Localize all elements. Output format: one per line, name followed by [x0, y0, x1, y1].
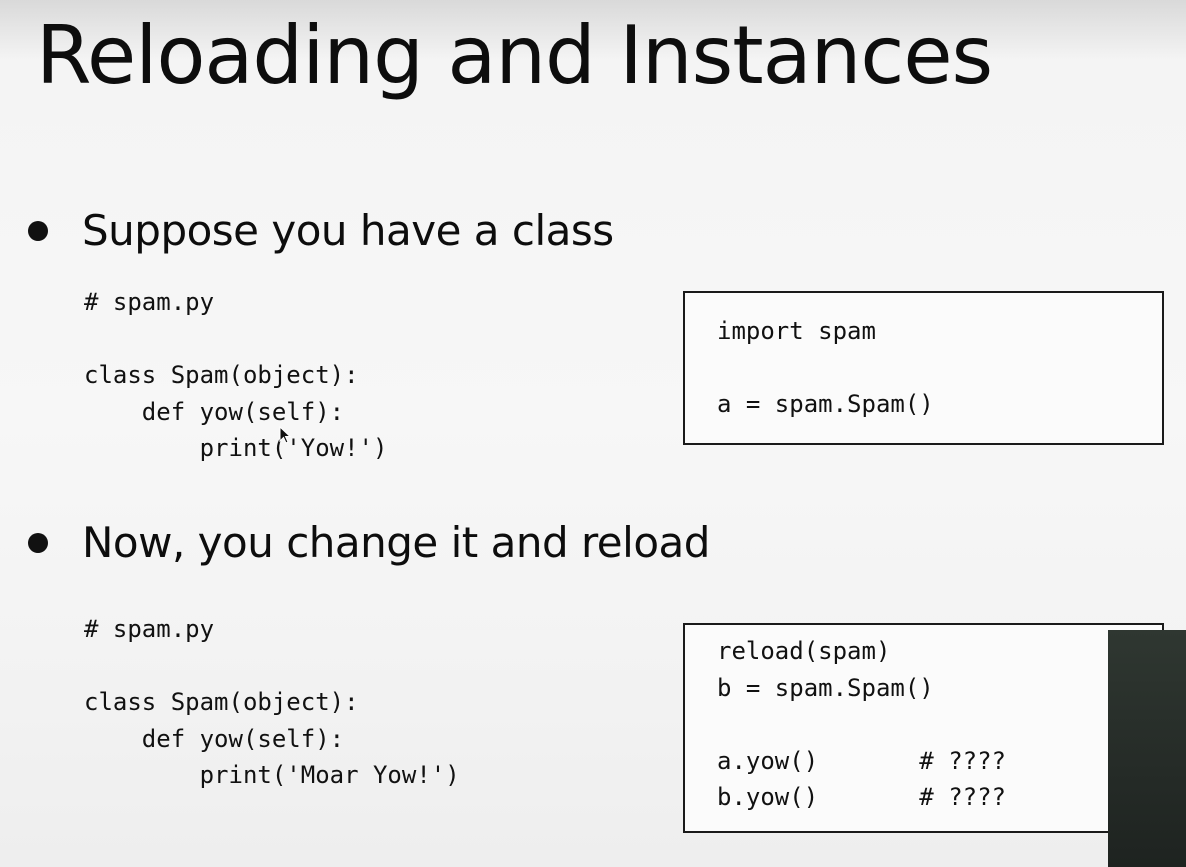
- code-line: print('Yow!'): [84, 434, 388, 462]
- code-block-modified: # spam.py class Spam(object): def yow(sel…: [84, 611, 460, 794]
- video-overlay: [1108, 630, 1186, 867]
- code-line: # spam.py: [84, 288, 215, 316]
- code-box-reload: reload(spam) b = spam.Spam() a.yow() # ???…: [683, 623, 1164, 833]
- code-box-import: import spam a = spam.Spam(): [683, 291, 1164, 445]
- code-block-reload: reload(spam) b = spam.Spam() a.yow() # ???…: [717, 633, 1006, 816]
- code-line: b.yow() # ????: [717, 783, 1006, 811]
- bullet-item-1: Suppose you have a class: [28, 206, 614, 255]
- bullet-text-2: Now, you change it and reload: [82, 518, 710, 567]
- code-line: import spam: [717, 317, 876, 345]
- bullet-text-1: Suppose you have a class: [82, 206, 614, 255]
- code-line: a = spam.Spam(): [717, 390, 934, 418]
- code-line: # spam.py: [84, 615, 215, 643]
- code-line: reload(spam): [717, 637, 891, 665]
- code-line: class Spam(object):: [84, 361, 359, 389]
- mouse-cursor-icon: [279, 426, 291, 444]
- bullet-dot-icon: [28, 533, 48, 554]
- code-line: def yow(self):: [84, 724, 345, 753]
- code-line: def yow(self):: [84, 397, 345, 426]
- bullet-item-2: Now, you change it and reload: [28, 518, 710, 567]
- code-line: print('Moar Yow!'): [84, 761, 460, 789]
- code-line: b = spam.Spam(): [717, 673, 934, 702]
- code-line: class Spam(object):: [84, 688, 359, 716]
- code-line: a.yow() # ????: [717, 746, 1006, 775]
- code-block-import: import spam a = spam.Spam(): [717, 313, 934, 423]
- slide-title: Reloading and Instances: [36, 9, 993, 102]
- bullet-dot-icon: [28, 221, 48, 242]
- code-block-original: # spam.py class Spam(object): def yow(sel…: [84, 284, 387, 467]
